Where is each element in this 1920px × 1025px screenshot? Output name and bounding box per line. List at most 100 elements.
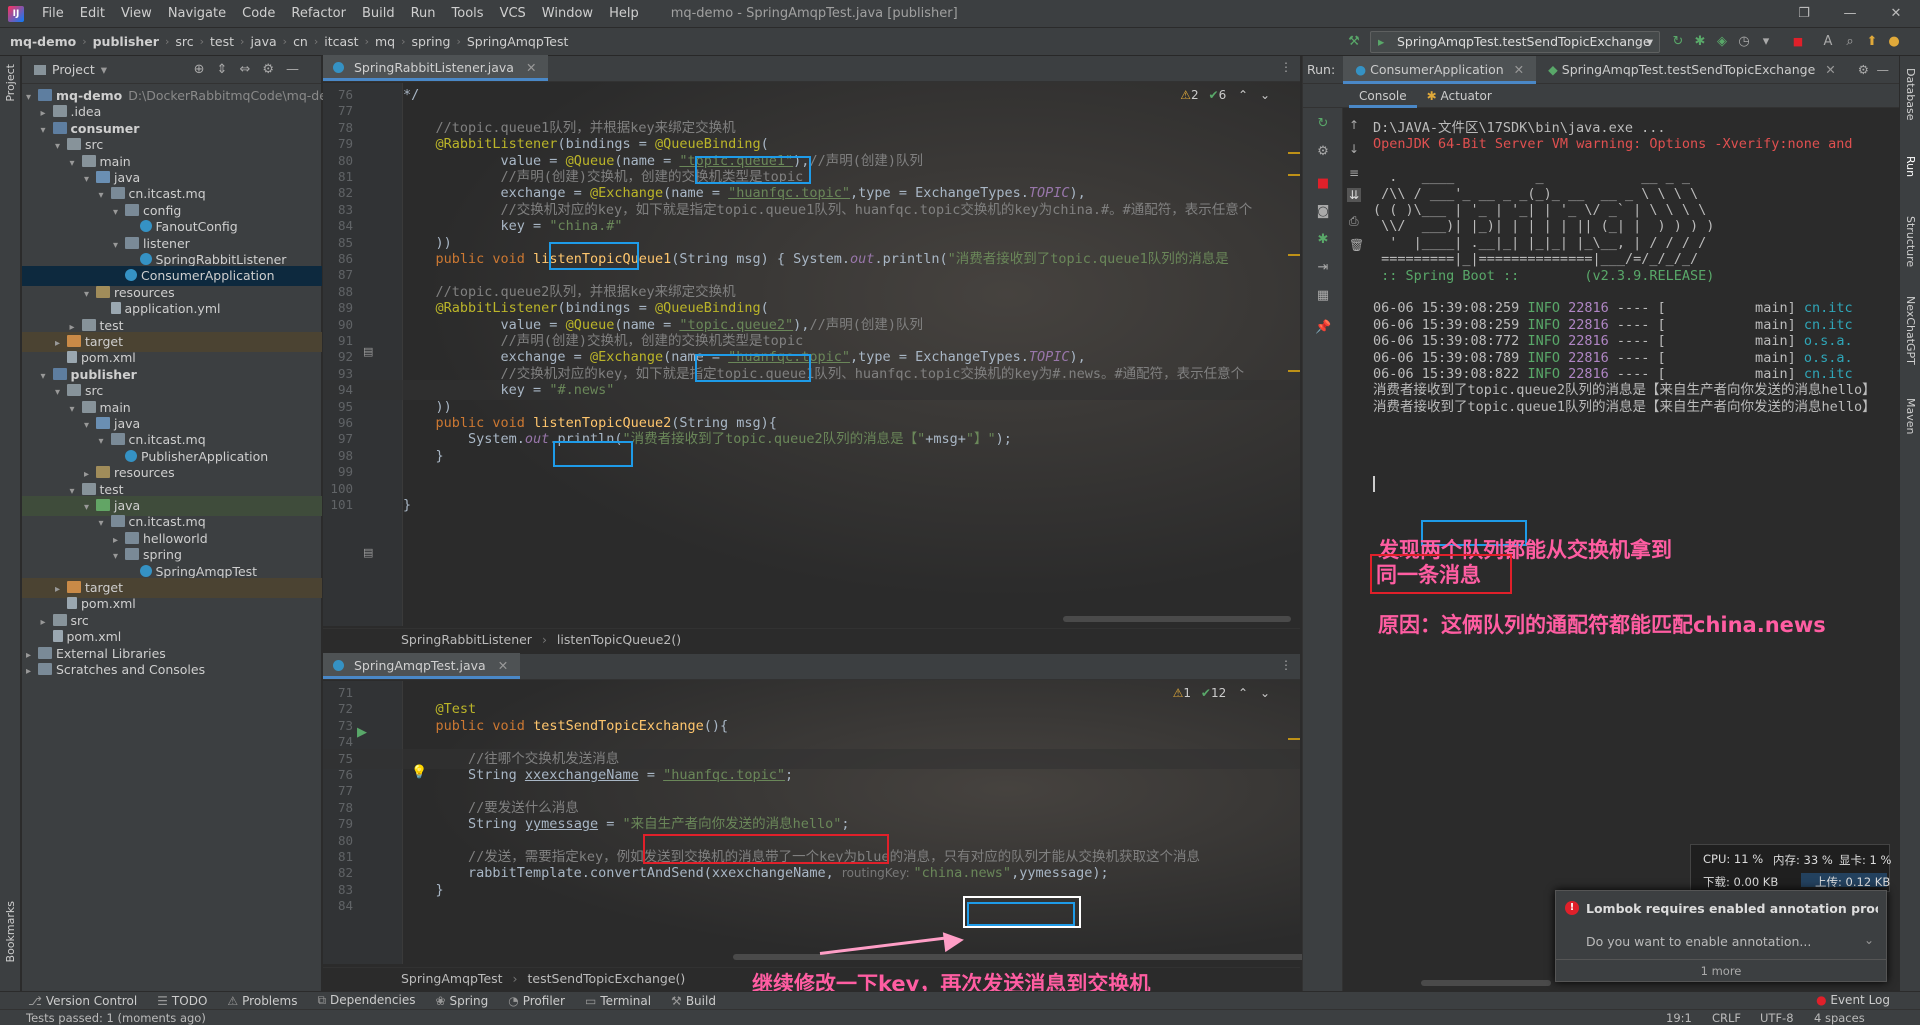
run-config-dropdown[interactable]: ▸ SpringAmqpTest.testSendTopicExchange ▾ <box>1370 31 1660 53</box>
tool-tab-build[interactable]: ⚒ Build <box>661 994 726 1008</box>
lightbulb-icon[interactable]: 💡 <box>411 765 427 780</box>
ide-logo-icon[interactable]: ● <box>1886 34 1902 50</box>
maven-tool-tab[interactable]: Maven <box>1904 398 1917 434</box>
tab-spring-rabbit-listener[interactable]: SpringRabbitListener.java ✕ <box>323 55 549 81</box>
notification-body[interactable]: Do you want to enable annotation... <box>1586 934 1811 949</box>
chevron-right-icon[interactable]: ▸ <box>26 662 38 682</box>
menu-refactor[interactable]: Refactor <box>283 6 354 21</box>
menu-help[interactable]: Help <box>601 6 647 21</box>
profile-icon[interactable]: ◷ <box>1736 34 1752 50</box>
editor-top-code[interactable]: 76 */77 78 //topic.queue1队列，并根据key来绑定交换机 79… <box>323 83 1300 626</box>
tab-console[interactable]: Console <box>1349 84 1417 108</box>
tab-spring-amqp-test[interactable]: SpringAmqpTest.java ✕ <box>323 653 521 679</box>
translate-icon[interactable]: A <box>1820 34 1836 50</box>
cpu-usage: CPU: 11 % <box>1703 852 1764 866</box>
actuator-icon: ✱ <box>1426 88 1437 103</box>
run-test-gutter-icon[interactable]: ▶ <box>357 725 367 740</box>
menu-navigate[interactable]: Navigate <box>160 6 234 21</box>
notification-more[interactable]: 1 more <box>1556 959 1886 981</box>
status-message[interactable]: Tests passed: 1 (moments ago) <box>26 1011 206 1025</box>
more-run-icon[interactable]: ▾ <box>1758 34 1774 50</box>
menu-file[interactable]: File <box>34 6 72 21</box>
cursor-position[interactable]: 19:1 <box>1666 1011 1692 1025</box>
stop-icon[interactable]: ■ <box>1790 34 1806 50</box>
breadcrumb-item[interactable]: mq-demo <box>6 34 80 49</box>
tool-tab-label: Dependencies <box>330 993 416 1007</box>
run-tool-tab[interactable]: Run <box>1904 156 1917 177</box>
pkg-icon <box>38 663 52 675</box>
indent-setting[interactable]: 4 spaces <box>1814 1011 1865 1025</box>
tree-item[interactable]: ▸ Scratches and Consoles <box>22 660 322 680</box>
code-line[interactable]: 101} <box>323 495 1300 515</box>
tool-tab-terminal[interactable]: ▭ Terminal <box>575 994 661 1008</box>
nexchatgpt-tool-tab[interactable]: NexChatGPT <box>1904 296 1917 365</box>
breadcrumb-item[interactable]: mq <box>371 34 399 49</box>
menu-run[interactable]: Run <box>403 6 444 21</box>
breadcrumb-item[interactable]: java <box>246 34 280 49</box>
minimize-panel-icon[interactable]: — <box>1877 62 1890 77</box>
more-vertical-icon[interactable]: ⋮ <box>1280 658 1292 672</box>
tool-tab-profiler[interactable]: ◔ Profiler <box>498 994 575 1008</box>
close-tab-icon[interactable]: ✕ <box>1825 62 1835 77</box>
restore-icon[interactable]: ❐ <box>1781 0 1827 28</box>
breadcrumb-item[interactable]: cn <box>289 34 312 49</box>
code-line[interactable]: 84 <box>323 896 1300 916</box>
line-number: 84 <box>337 898 353 914</box>
breadcrumb-item[interactable]: publisher <box>89 34 163 49</box>
update-icon[interactable]: ⬆ <box>1864 34 1880 50</box>
close-tab-icon[interactable]: ✕ <box>498 658 508 673</box>
menu-code[interactable]: Code <box>234 6 283 21</box>
tool-tab-todo[interactable]: ☰ TODO <box>147 994 217 1008</box>
menu-edit[interactable]: Edit <box>72 6 113 21</box>
console-hscrollbar[interactable] <box>1421 980 1551 986</box>
file-encoding[interactable]: UTF-8 <box>1760 1011 1794 1025</box>
menu-view[interactable]: View <box>113 6 160 21</box>
run-tab-test[interactable]: ◆ SpringAmqpTest.testSendTopicExchange ✕ <box>1536 56 1848 84</box>
menu-vcs[interactable]: VCS <box>492 6 534 21</box>
breadcrumb-item[interactable]: src <box>171 34 197 49</box>
breadcrumb-method[interactable]: listenTopicQueue2() <box>557 632 681 647</box>
menu-window[interactable]: Window <box>534 6 601 21</box>
gear-icon[interactable]: ⚙ <box>1858 62 1869 77</box>
breadcrumb-class[interactable]: SpringRabbitListener <box>401 632 532 647</box>
more-vertical-icon[interactable]: ⋮ <box>1280 60 1292 74</box>
gutter-run-icon[interactable]: ▤ <box>363 546 373 559</box>
line-separator[interactable]: CRLF <box>1712 1011 1741 1025</box>
run-tab-consumer[interactable]: ● ConsumerApplication ✕ <box>1343 55 1537 84</box>
gutter-run-icon[interactable]: ▤ <box>363 345 373 358</box>
menu-build[interactable]: Build <box>354 6 403 21</box>
breadcrumb-method[interactable]: testSendTopicExchange() <box>528 971 686 986</box>
chevron-down-icon[interactable]: ⌄ <box>1864 933 1874 947</box>
tool-tab-version-control[interactable]: ⎇ Version Control <box>18 994 147 1008</box>
build-hammer-icon[interactable]: ⚒ <box>1346 34 1362 50</box>
project-tool-tab[interactable]: Project <box>4 64 17 102</box>
tool-tab-dependencies[interactable]: ⧉ Dependencies <box>307 993 425 1008</box>
project-panel-actions[interactable]: ⊕⇕⇔⚙— <box>194 62 311 77</box>
close-tab-icon[interactable]: ✕ <box>526 60 536 75</box>
project-panel-title[interactable]: Project <box>52 62 95 77</box>
breadcrumb-item[interactable]: itcast <box>320 34 362 49</box>
menu-tools[interactable]: Tools <box>444 6 492 21</box>
tool-tab-problems[interactable]: ⚠ Problems <box>217 994 307 1008</box>
chevron-down-icon[interactable]: ▾ <box>101 62 107 77</box>
breadcrumb-class[interactable]: SpringAmqpTest <box>401 971 503 986</box>
rerun-icon[interactable]: ↻ <box>1670 34 1686 50</box>
tool-tab-spring[interactable]: ❀ Spring <box>425 994 498 1008</box>
minimize-icon[interactable]: — <box>1827 0 1873 28</box>
breadcrumb-item[interactable]: test <box>206 34 238 49</box>
debug-icon[interactable]: ✱ <box>1692 34 1708 50</box>
lombok-notification[interactable]: ! Lombok requires enabled annotation pro… <box>1555 890 1887 982</box>
tab-actuator[interactable]: ✱ Actuator <box>1417 84 1502 108</box>
structure-tool-tab[interactable]: Structure <box>1904 216 1917 267</box>
search-icon[interactable]: ⌕ <box>1842 34 1858 50</box>
event-log-tab[interactable]: ● Event Log <box>1816 993 1890 1007</box>
breadcrumb-item[interactable]: spring <box>408 34 455 49</box>
bookmarks-tool-tab[interactable]: Bookmarks <box>4 901 17 962</box>
coverage-icon[interactable]: ◈ <box>1714 34 1730 50</box>
editor-bottom-code[interactable]: 71 72 @Test 73 public void testSendTopicEx… <box>323 681 1300 964</box>
close-icon[interactable]: ✕ <box>1873 0 1919 28</box>
breadcrumb-item[interactable]: SpringAmqpTest <box>463 34 573 49</box>
database-tool-tab[interactable]: Database <box>1904 68 1917 121</box>
close-tab-icon[interactable]: ✕ <box>1514 62 1524 77</box>
horizontal-scrollbar[interactable] <box>1063 616 1291 622</box>
